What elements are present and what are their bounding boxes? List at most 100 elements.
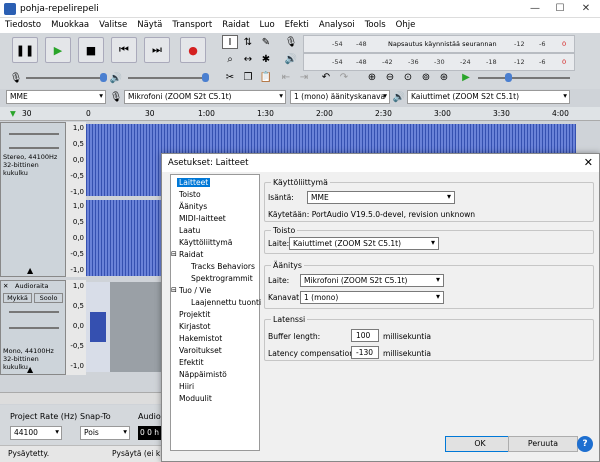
play-at-speed-icon[interactable]: ▶ xyxy=(458,70,474,84)
draw-tool-icon[interactable]: ✎ xyxy=(258,35,274,49)
mic-icon[interactable]: 🎙 xyxy=(283,35,299,49)
track-empty-area[interactable] xyxy=(110,282,161,372)
recording-device-select[interactable]: Mikrofoni (ZOOM S2t C5.1t) xyxy=(124,90,286,104)
tree-item-recording[interactable]: Äänitys xyxy=(179,202,207,211)
track2-pan-slider[interactable] xyxy=(9,327,59,329)
tree-item-playback[interactable]: Toisto xyxy=(179,190,201,199)
host-select[interactable]: MME xyxy=(6,90,106,104)
menu-file[interactable]: Tiedosto xyxy=(0,18,46,33)
copy-icon[interactable]: ❐ xyxy=(240,70,256,84)
tree-item-interface[interactable]: Käyttöliittymä xyxy=(179,238,232,247)
timeline-ruler[interactable]: ▼ 30 0 30 1:00 1:30 2:00 2:30 3:00 3:30 … xyxy=(0,107,600,121)
tree-item-modules[interactable]: Moduulit xyxy=(179,394,212,403)
record-meter[interactable]: -54 -48 Napsautus käynnistää seurannan -… xyxy=(303,35,575,53)
speaker-icon[interactable]: 🔊 xyxy=(283,52,299,66)
record-volume-thumb[interactable] xyxy=(100,73,107,82)
selection-tool-icon[interactable]: I xyxy=(222,35,238,49)
cancel-button[interactable]: Peruuta xyxy=(508,436,578,452)
track2-control-panel[interactable]: ✕ Audioraita Mykkä Soolo Mono, 44100Hz 3… xyxy=(0,280,66,375)
tree-item-mouse[interactable]: Hiiri xyxy=(179,382,194,391)
play-button[interactable]: ▶ xyxy=(45,37,71,63)
project-rate-select[interactable]: 44100 xyxy=(10,426,62,440)
trim-icon[interactable]: ⇤ xyxy=(278,70,294,84)
track2-gain-slider[interactable] xyxy=(9,311,59,313)
tree-item-keyboard[interactable]: Näppäimistö xyxy=(179,370,227,379)
tree-item-libraries[interactable]: Kirjastot xyxy=(179,322,211,331)
playback-volume-thumb[interactable] xyxy=(202,73,209,82)
zoom-toggle-icon[interactable]: ⊛ xyxy=(436,70,452,84)
record-button[interactable]: ● xyxy=(180,37,206,63)
menu-edit[interactable]: Muokkaa xyxy=(46,18,94,33)
tree-item-spectrograms[interactable]: Spektrogrammit xyxy=(191,274,253,283)
playback-device-dropdown[interactable]: Kaiuttimet (ZOOM S2t C5.1t) xyxy=(289,237,439,250)
channels-dropdown[interactable]: 1 (mono) xyxy=(300,291,444,304)
tree-item-quality[interactable]: Laatu xyxy=(179,226,200,235)
zoom-in-icon[interactable]: ⊕ xyxy=(364,70,380,84)
tree-item-directories[interactable]: Hakemistot xyxy=(179,334,222,343)
tree-item-projects[interactable]: Projektit xyxy=(179,310,210,319)
close-button[interactable]: ✕ xyxy=(573,2,599,16)
track2-solo-button[interactable]: Soolo xyxy=(34,293,63,303)
ok-button[interactable]: OK xyxy=(445,436,515,452)
tree-item-import-export[interactable]: Tuo / Vie xyxy=(179,286,211,295)
latency-compensation-input[interactable]: -130 xyxy=(351,346,379,359)
menu-analyze[interactable]: Analysoi xyxy=(314,18,360,33)
track1-collapse-icon[interactable]: ▲ xyxy=(27,266,33,275)
tree-item-tracks-behaviors[interactable]: Tracks Behaviors xyxy=(191,262,255,271)
redo-icon[interactable]: ↷ xyxy=(336,70,352,84)
silence-icon[interactable]: ⇥ xyxy=(296,70,312,84)
record-volume-slider[interactable] xyxy=(26,77,104,79)
track2-waveform[interactable] xyxy=(86,282,110,372)
play-speed-slider[interactable] xyxy=(478,77,570,79)
track1-control-panel[interactable]: Stereo, 44100Hz 32-bittinen kukulku ▲ xyxy=(0,122,66,277)
track2-close-icon[interactable]: ✕ xyxy=(3,282,8,290)
play-head-icon[interactable]: ▼ xyxy=(10,109,16,118)
skip-start-button[interactable]: ⏮ xyxy=(111,37,137,63)
menu-transport[interactable]: Transport xyxy=(167,18,217,33)
paste-icon[interactable]: 📋 xyxy=(258,70,274,84)
menu-help[interactable]: Ohje xyxy=(391,18,421,33)
menu-generate[interactable]: Luo xyxy=(254,18,279,33)
playback-device-select[interactable]: Kaiuttimet (ZOOM S2t C5.1t) xyxy=(407,90,570,104)
track1-gain-slider[interactable] xyxy=(9,133,59,135)
pause-button[interactable]: ❚❚ xyxy=(12,37,38,63)
horizontal-scrollbar[interactable] xyxy=(0,392,165,404)
skip-end-button[interactable]: ⏭ xyxy=(144,37,170,63)
play-speed-thumb[interactable] xyxy=(505,73,512,82)
tree-item-devices[interactable]: Laitteet xyxy=(177,178,211,187)
zoom-out-icon[interactable]: ⊖ xyxy=(382,70,398,84)
tree-item-warnings[interactable]: Varoitukset xyxy=(179,346,222,355)
playback-meter[interactable]: -54 -48 -42 -36 -30 -24 -18 -12 -6 0 xyxy=(303,53,575,71)
tree-collapse-icon[interactable]: ⊟ xyxy=(171,286,177,294)
minimize-button[interactable]: — xyxy=(522,2,548,16)
help-icon[interactable]: ? xyxy=(577,436,593,452)
channels-select[interactable]: 1 (mono) äänityskanava xyxy=(290,90,390,104)
tree-item-midi[interactable]: MIDI-laitteet xyxy=(179,214,226,223)
envelope-tool-icon[interactable]: ⇅ xyxy=(240,35,256,49)
tree-item-extended-import[interactable]: Laajennettu tuonti xyxy=(191,298,261,307)
tree-collapse-icon[interactable]: ⊟ xyxy=(171,250,177,258)
tree-item-effects[interactable]: Efektit xyxy=(179,358,204,367)
host-dropdown[interactable]: MME xyxy=(307,191,455,204)
buffer-length-input[interactable]: 100 xyxy=(351,329,379,342)
zoom-tool-icon[interactable]: ⌕ xyxy=(222,52,238,66)
track2-name[interactable]: Audioraita xyxy=(15,282,48,290)
multi-tool-icon[interactable]: ✱ xyxy=(258,52,274,66)
cut-icon[interactable]: ✂ xyxy=(222,70,238,84)
menu-tools[interactable]: Tools xyxy=(360,18,391,33)
menu-view[interactable]: Näytä xyxy=(132,18,167,33)
menu-tracks[interactable]: Raidat xyxy=(217,18,254,33)
dialog-close-icon[interactable]: ✕ xyxy=(584,156,593,169)
menu-select[interactable]: Valitse xyxy=(94,18,132,33)
track2-mute-button[interactable]: Mykkä xyxy=(3,293,32,303)
undo-icon[interactable]: ↶ xyxy=(318,70,334,84)
snap-to-select[interactable]: Pois xyxy=(80,426,130,440)
fit-selection-icon[interactable]: ⊙ xyxy=(400,70,416,84)
maximize-button[interactable]: ☐ xyxy=(547,2,573,16)
fit-project-icon[interactable]: ⊚ xyxy=(418,70,434,84)
timeshift-tool-icon[interactable]: ↔ xyxy=(240,52,256,66)
track2-collapse-icon[interactable]: ▲ xyxy=(27,365,33,374)
stop-button[interactable]: ■ xyxy=(78,37,104,63)
menu-effect[interactable]: Efekti xyxy=(280,18,314,33)
tree-item-tracks[interactable]: Raidat xyxy=(179,250,203,259)
